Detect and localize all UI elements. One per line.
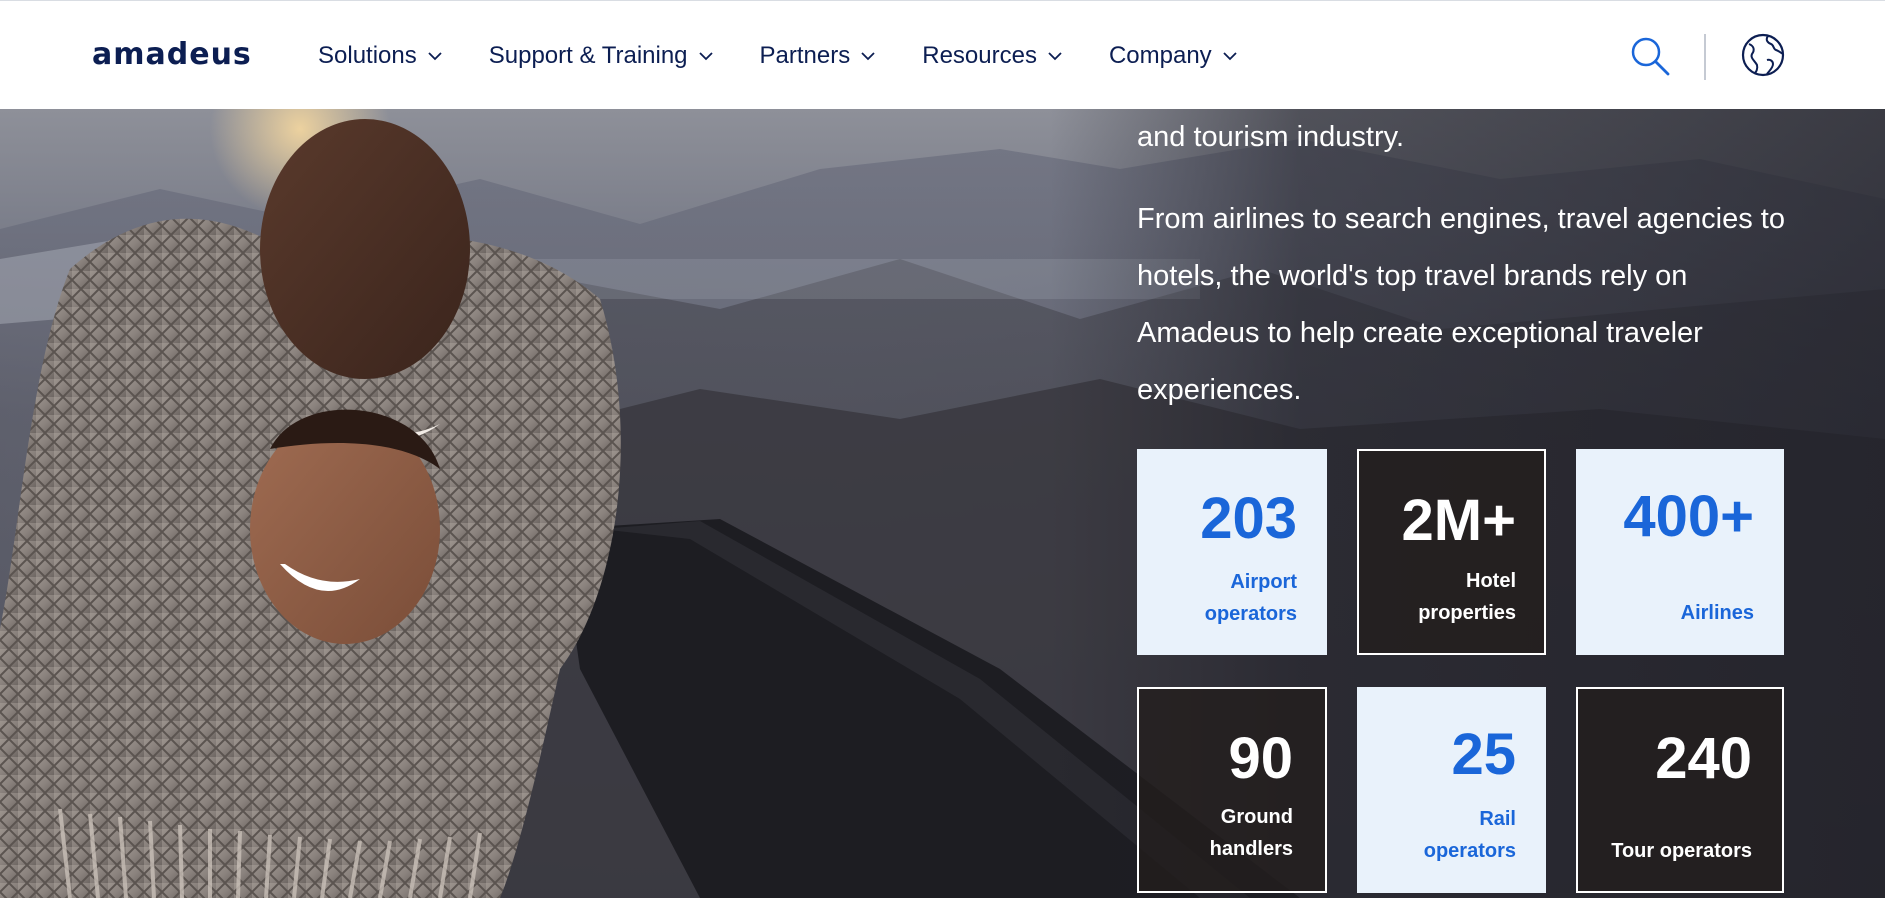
stat-airport-operators: 203 Airport operators	[1137, 449, 1327, 655]
chevron-down-icon	[698, 51, 713, 60]
stat-label: Tour operators	[1611, 840, 1752, 862]
chevron-down-icon	[861, 51, 875, 60]
stat-rail-operators: 25 Rail operators	[1357, 687, 1546, 893]
globe-icon	[1741, 33, 1785, 77]
header-divider	[1704, 34, 1706, 80]
nav-company-label: Company	[1108, 41, 1212, 69]
stat-label: Airlines	[1680, 602, 1754, 624]
nav-resources-label: Resources	[922, 41, 1037, 69]
stat-value: 240	[1655, 726, 1752, 791]
language-selector-button[interactable]	[1740, 32, 1786, 78]
nav-solutions[interactable]: Solutions	[318, 42, 443, 70]
stat-label: Ground handlers	[1209, 806, 1293, 860]
stat-value: 90	[1228, 726, 1293, 791]
stat-airlines: 400+ Airlines	[1576, 449, 1784, 655]
nav-resources[interactable]: Resources	[922, 42, 1063, 70]
main-nav: Solutions Support & Training Partners Re…	[318, 1, 1284, 110]
nav-support-training[interactable]: Support & Training	[489, 42, 714, 70]
search-icon	[1631, 37, 1670, 76]
stat-ground-handlers: 90 Ground handlers	[1137, 687, 1327, 893]
stat-value: 203	[1200, 486, 1297, 551]
stat-tour-operators: 240 Tour operators	[1576, 687, 1784, 893]
stat-label: Hotel properties	[1418, 570, 1516, 624]
chevron-down-icon	[1223, 51, 1237, 60]
site-header: amadeus Solutions Support & Training Par…	[0, 0, 1885, 109]
stat-value: 2M+	[1401, 488, 1516, 553]
stat-value: 400+	[1623, 484, 1754, 549]
nav-partners[interactable]: Partners	[760, 42, 877, 70]
search-button[interactable]	[1628, 34, 1672, 78]
nav-solutions-label: Solutions	[318, 41, 417, 69]
nav-partners-label: Partners	[759, 41, 851, 69]
amadeus-logo[interactable]: amadeus	[92, 37, 252, 73]
hero-section: and tourism industry. From airlines to s…	[0, 109, 1885, 898]
hero-intro-tail: and tourism industry.	[1137, 121, 1405, 153]
stat-value: 25	[1451, 722, 1516, 787]
chevron-down-icon	[428, 51, 442, 60]
stat-hotel-properties: 2M+ Hotel properties	[1357, 449, 1546, 655]
nav-support-training-label: Support & Training	[488, 41, 688, 69]
nav-company[interactable]: Company	[1109, 42, 1238, 70]
hero-body-text: From airlines to search engines, travel …	[1137, 203, 1785, 406]
stat-label: Rail operators	[1423, 808, 1516, 862]
chevron-down-icon	[1048, 51, 1062, 60]
stat-label: Airport operators	[1204, 571, 1297, 625]
